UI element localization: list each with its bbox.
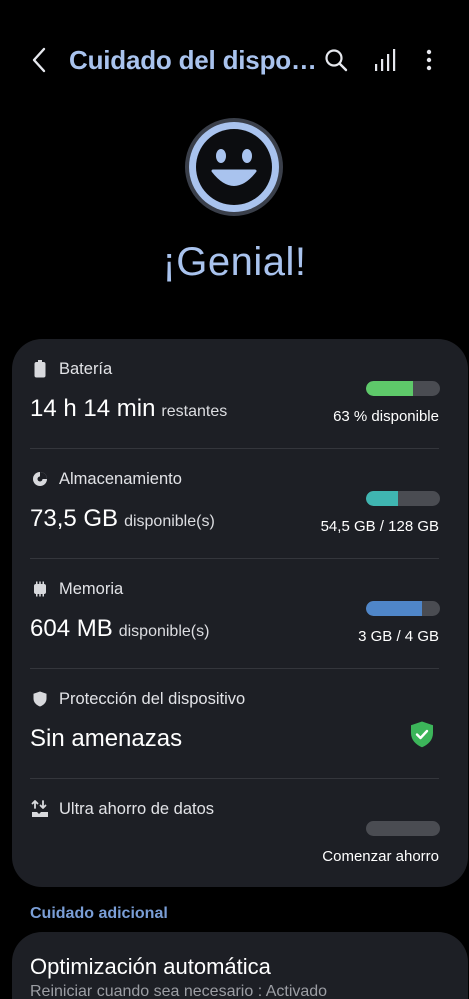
memory-suffix: disponible(s) — [118, 623, 210, 640]
protection-status: Sin amenazas — [30, 725, 183, 752]
smiley-face-icon — [185, 118, 283, 216]
app-bar: Cuidado del dispo… — [0, 0, 469, 120]
start-saving-button[interactable]: Comenzar ahorro — [322, 848, 439, 865]
storage-suffix: disponible(s) — [124, 513, 215, 530]
battery-label: Batería — [59, 359, 113, 378]
storage-progress-bar — [366, 491, 440, 506]
auto-optimization-card[interactable]: Optimización automática Reiniciar cuando… — [12, 932, 468, 999]
memory-chip-icon — [30, 579, 50, 599]
storage-usage-text: 54,5 GB / 128 GB — [320, 518, 439, 535]
storage-pie-icon — [30, 469, 50, 489]
memory-label: Memoria — [59, 579, 124, 598]
storage-label: Almacenamiento — [59, 469, 182, 488]
search-icon — [325, 49, 348, 72]
battery-time-suffix: restantes — [161, 403, 228, 420]
storage-value: 73,5 GB — [30, 505, 119, 532]
auto-optimization-subtitle: Reiniciar cuando sea necesario : Activad… — [30, 983, 328, 999]
battery-icon — [30, 359, 50, 379]
shield-check-icon — [411, 721, 433, 748]
more-vertical-icon — [426, 49, 432, 71]
protection-label: Protección del dispositivo — [59, 689, 246, 708]
data-saver-bar — [366, 821, 440, 836]
device-care-screen: Cuidado del dispo… ¡Genial! Batería 14 h… — [0, 0, 469, 999]
status-headline: ¡Genial! — [162, 240, 307, 284]
back-button[interactable] — [24, 44, 54, 76]
memory-value: 604 MB — [30, 615, 113, 642]
signal-button[interactable] — [369, 44, 401, 76]
battery-progress-bar — [366, 381, 440, 396]
memory-row[interactable]: Memoria 604 MB disponible(s) 3 GB / 4 GB — [12, 559, 468, 669]
page-title: Cuidado del dispo… — [69, 45, 317, 75]
device-protection-row[interactable]: Protección del dispositivo Sin amenazas — [12, 669, 468, 779]
more-options-button[interactable] — [413, 44, 445, 76]
battery-row[interactable]: Batería 14 h 14 min restantes 63 % dispo… — [12, 339, 468, 449]
device-status-card: Batería 14 h 14 min restantes 63 % dispo… — [12, 339, 468, 887]
memory-progress-bar — [366, 601, 440, 616]
battery-available-text: 63 % disponible — [333, 408, 439, 425]
memory-usage-text: 3 GB / 4 GB — [358, 628, 439, 645]
battery-time-value: 14 h 14 min — [30, 395, 156, 422]
additional-care-section-label: Cuidado adicional — [30, 905, 168, 922]
data-saver-icon — [30, 799, 50, 819]
signal-bars-icon — [375, 49, 396, 71]
auto-optimization-title: Optimización automática — [30, 954, 271, 979]
chevron-left-icon — [32, 47, 46, 73]
shield-icon — [30, 689, 50, 709]
search-button[interactable] — [320, 44, 352, 76]
storage-row[interactable]: Almacenamiento 73,5 GB disponible(s) 54,… — [12, 449, 468, 559]
data-saver-label: Ultra ahorro de datos — [59, 799, 215, 818]
ultra-data-saving-row[interactable]: Ultra ahorro de datos Comenzar ahorro — [12, 779, 468, 889]
